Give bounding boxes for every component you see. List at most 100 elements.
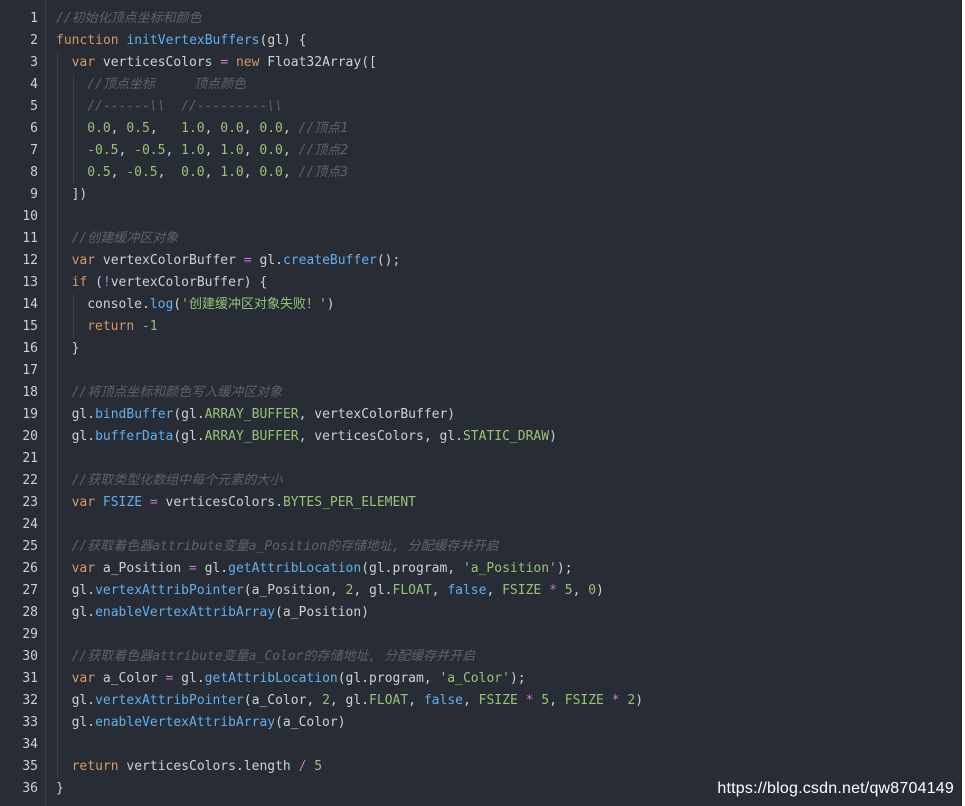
line-number: 10 (22, 209, 38, 224)
code-line[interactable]: 11 //创建缓冲区对象 (0, 228, 962, 250)
code-token: ( (173, 297, 182, 312)
code-line[interactable]: 17 (0, 360, 962, 382)
code-line[interactable]: 30 //获取着色器attribute变量a_Color的存储地址, 分配缓存并开… (0, 646, 962, 668)
indent-guide (57, 602, 58, 624)
code-line[interactable]: 26 var a_Position = gl.getAttribLocation(… (0, 558, 962, 580)
code-token: -0.5 (87, 143, 119, 158)
code-line[interactable]: 8 0.5, -0.5, 0.0, 1.0, 0.0, //顶点3 (0, 162, 962, 184)
code-token: //顶点1 (298, 121, 349, 136)
code-line[interactable]: 22 //获取类型化数组中每个元素的大小 (0, 470, 962, 492)
indent-guide (57, 558, 58, 580)
code-token: verticesColors. (157, 495, 283, 510)
watermark-url: https://blog.csdn.net/qw8704149 (717, 780, 954, 797)
indent-guide (57, 668, 58, 690)
code-token: gl. (71, 583, 96, 598)
line-number: 27 (22, 583, 38, 598)
code-token: (a_Color, (243, 693, 323, 708)
indent-guide (57, 712, 58, 734)
code-line[interactable]: 35 return verticesColors.length / 5 (0, 756, 962, 778)
code-line[interactable]: 15 return -1 (0, 316, 962, 338)
code-line[interactable]: 6 0.0, 0.5, 1.0, 0.0, 0.0, //顶点1 (0, 118, 962, 140)
line-number: 23 (22, 495, 38, 510)
code-token: 0.5 (126, 121, 150, 136)
code-line[interactable]: 2 function initVertexBuffers(gl) { (0, 30, 962, 52)
code-text: //创建缓冲区对象 (72, 228, 179, 250)
code-line[interactable]: 25 //获取着色器attribute变量a_Position的存储地址, 分配缓… (0, 536, 962, 558)
code-text: //------\\ //---------\\ (87, 96, 283, 118)
code-token: bufferData (95, 429, 174, 444)
code-token: ); (509, 671, 526, 686)
code-line[interactable]: 13 if (!vertexColorBuffer) { (0, 272, 962, 294)
code-line[interactable]: 34 (0, 734, 962, 756)
code-token: (gl. (173, 407, 205, 422)
code-token: , (157, 165, 182, 180)
code-token: 0.5 (87, 165, 111, 180)
code-text: var a_Color = gl.getAttribLocation(gl.pr… (72, 668, 526, 690)
code-token: false (447, 583, 487, 598)
code-line[interactable]: 9]) (0, 184, 962, 206)
code-token: 'a_Position' (462, 561, 557, 576)
code-token: -0.5 (134, 143, 166, 158)
code-token: , (165, 143, 182, 158)
indent-guide (57, 272, 58, 294)
code-token: //将顶点坐标和颜色写入缓冲区对象 (71, 385, 283, 400)
code-token: ARRAY_BUFFER (204, 429, 299, 444)
code-text: gl.enableVertexAttribArray(a_Position) (72, 602, 369, 624)
code-token: gl. (251, 253, 283, 268)
code-token: a_Position (95, 561, 189, 576)
code-line[interactable]: 1 //初始化顶点坐标和颜色 (0, 8, 962, 30)
code-lines[interactable]: 1 //初始化顶点坐标和颜色 2 function initVertexBuffers… (0, 8, 962, 800)
code-token: gl. (71, 407, 96, 422)
code-token: //顶点坐标 顶点颜色 (87, 77, 246, 92)
indent-guide (57, 426, 58, 448)
code-line[interactable]: 23 var FSIZE = verticesColors.BYTES_PER_E… (0, 492, 962, 514)
line-number: 33 (22, 715, 38, 730)
code-line[interactable]: 31 var a_Color = gl.getAttribLocation(gl.… (0, 668, 962, 690)
code-token: (gl.program, (337, 671, 440, 686)
indent-guide (57, 118, 58, 140)
code-line[interactable]: 18 //将顶点坐标和颜色写入缓冲区对象 (0, 382, 962, 404)
code-token: '创建缓冲区对象失败！' (181, 297, 327, 312)
indent-guide (72, 162, 74, 184)
code-line[interactable]: 16} (0, 338, 962, 360)
code-line[interactable]: 24 (0, 514, 962, 536)
code-token: FSIZE (564, 693, 604, 708)
code-line[interactable]: 33 gl.enableVertexAttribArray(a_Color) (0, 712, 962, 734)
code-line[interactable]: 14 console.log('创建缓冲区对象失败！') (0, 294, 962, 316)
code-line[interactable]: 28 gl.enableVertexAttribArray(a_Position) (0, 602, 962, 624)
code-line[interactable]: 21 (0, 448, 962, 470)
code-editor[interactable]: 1 //初始化顶点坐标和颜色 2 function initVertexBuffers… (0, 0, 962, 806)
code-line[interactable]: 19 gl.bindBuffer(gl.ARRAY_BUFFER, vertexC… (0, 404, 962, 426)
code-line[interactable]: 32 gl.vertexAttribPointer(a_Color, 2, gl.… (0, 690, 962, 712)
code-line[interactable]: 5 //------\\ //---------\\ (0, 96, 962, 118)
code-token: var (71, 671, 96, 686)
code-line[interactable]: 20 gl.bufferData(gl.ARRAY_BUFFER, vertice… (0, 426, 962, 448)
code-line[interactable]: 3 var verticesColors = new Float32Array([ (0, 52, 962, 74)
indent-guide (72, 96, 74, 118)
code-line[interactable]: 10 (0, 206, 962, 228)
code-token: vertexColorBuffer (95, 253, 244, 268)
indent-guide (57, 580, 58, 602)
indent-guide (72, 316, 74, 338)
code-line[interactable]: 7 -0.5, -0.5, 1.0, 1.0, 0.0, //顶点2 (0, 140, 962, 162)
code-token: FLOAT (392, 583, 432, 598)
code-token: gl. (71, 605, 96, 620)
code-line[interactable]: 12 var vertexColorBuffer = gl.createBuffe… (0, 250, 962, 272)
indent-guide (57, 492, 58, 514)
code-text: ]) (72, 184, 88, 206)
code-line[interactable]: 4 //顶点坐标 顶点颜色 (0, 74, 962, 96)
code-text: } (72, 338, 80, 360)
code-token: 5 (541, 693, 550, 708)
indent-guide (57, 734, 58, 756)
code-token: FLOAT (369, 693, 409, 708)
code-text: //获取着色器attribute变量a_Color的存储地址, 分配缓存并开启 (72, 646, 476, 668)
code-token: //------\\ //---------\\ (87, 99, 283, 114)
code-token: ) (635, 693, 644, 708)
code-line[interactable]: 27 gl.vertexAttribPointer(a_Position, 2, … (0, 580, 962, 602)
code-line[interactable]: 29 (0, 624, 962, 646)
indent-guide (57, 624, 58, 646)
code-token: , verticesColors, gl. (298, 429, 463, 444)
line-number: 7 (30, 143, 38, 158)
code-token: 0.0 (259, 121, 283, 136)
